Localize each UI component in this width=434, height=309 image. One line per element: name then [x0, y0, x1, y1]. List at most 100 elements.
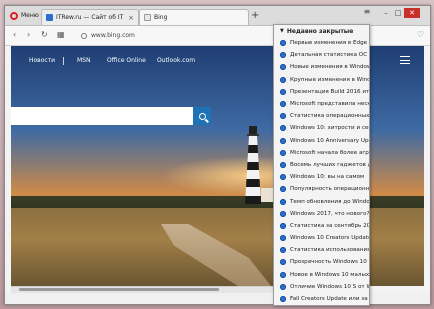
page-favicon-icon	[280, 40, 286, 47]
recently-closed-item[interactable]: Windows 10 Creators Update	[274, 232, 369, 244]
recently-closed-item[interactable]: Fall Creators Update или за	[274, 293, 369, 305]
bing-favicon-icon	[144, 14, 151, 21]
page-favicon-icon	[280, 52, 286, 59]
page-favicon-icon	[280, 76, 286, 83]
recently-closed-item[interactable]: Microsoft начала более агрес	[274, 147, 369, 159]
recently-closed-item[interactable]: Крупные изменения в Windo	[274, 74, 369, 86]
tab-grid-icon[interactable]: ▦	[57, 30, 65, 39]
nav-outlook[interactable]: Outlook.com	[157, 57, 195, 64]
scrollbar-thumb[interactable]	[19, 288, 219, 291]
recently-closed-item-title: Прозрачность Windows 10 и	[290, 259, 369, 266]
recently-closed-item-title: Восемь лучших гаджетов для	[290, 161, 369, 168]
recently-closed-item[interactable]: Детальная статистика ОС за	[274, 49, 369, 61]
window-controls: – □ ✕	[380, 8, 420, 19]
page-favicon-icon	[280, 149, 286, 156]
tab-title: Bing	[154, 14, 168, 21]
recently-closed-item[interactable]: Темп обновления до Windo	[274, 195, 369, 207]
recently-closed-item-title: Windows 2017, что нового?	[290, 210, 369, 217]
tab-title: ITRew.ru — Сайт об IT дл	[56, 14, 125, 21]
recently-closed-item-title: Windows 10 Creators Update	[290, 235, 369, 242]
page-favicon-icon	[280, 271, 286, 278]
recently-closed-item-title: Windows 10: хитрости и секр	[290, 125, 369, 132]
opera-logo-icon	[10, 11, 18, 20]
globe-icon	[81, 32, 87, 39]
recently-closed-item-title: Крупные изменения в Windo	[290, 76, 369, 83]
recently-closed-item-title: Windows 10 Anniversary Upd	[290, 137, 369, 144]
close-tab-icon[interactable]: ×	[128, 14, 134, 22]
recently-closed-item-title: Новое в Windows 10 малых	[290, 271, 369, 278]
page-favicon-icon	[280, 198, 286, 205]
recently-closed-item[interactable]: Новое в Windows 10 малых	[274, 269, 369, 281]
page-favicon-icon	[280, 125, 286, 132]
recently-closed-item[interactable]: Windows 2017, что нового?	[274, 208, 369, 220]
recently-closed-header[interactable]: ▼ Недавно закрытые	[274, 25, 369, 37]
recently-closed-panel: ▼ Недавно закрытые Первые изменения в Ed…	[273, 24, 370, 306]
nav-office-online[interactable]: Office Online	[107, 57, 146, 64]
new-tab-button[interactable]: +	[251, 9, 259, 23]
close-window-button[interactable]: ✕	[404, 8, 420, 18]
recently-closed-item-title: Статистика за сентябрь 2016	[290, 222, 369, 229]
recently-closed-item-title: Статистика операционных с	[290, 113, 369, 120]
recently-closed-item-title: Windows 10: вы на самом	[290, 174, 365, 181]
recently-closed-item[interactable]: Windows 10: вы на самом	[274, 171, 369, 183]
nav-news[interactable]: Новости	[29, 57, 55, 64]
lighthouse-tower	[245, 136, 261, 204]
page-favicon-icon	[280, 235, 286, 242]
recently-closed-item-title: Презентация Build 2016 итог	[290, 88, 369, 95]
page-favicon-icon	[280, 161, 286, 168]
page-favicon-icon	[280, 113, 286, 120]
recently-closed-item[interactable]: Первые изменения в Edge и	[274, 37, 369, 49]
recently-closed-item-title: Fall Creators Update или за	[290, 296, 368, 303]
reload-icon[interactable]: ↻	[41, 30, 48, 39]
page-favicon-icon	[280, 137, 286, 144]
recently-closed-item[interactable]: Статистика за сентябрь 2016	[274, 220, 369, 232]
back-icon[interactable]: ‹	[13, 30, 16, 39]
recently-closed-item-title: Отличие Windows 10 S от Wi	[290, 283, 369, 290]
recently-closed-item[interactable]: Windows 10 Anniversary Upd	[274, 135, 369, 147]
recently-closed-item-title: Детальная статистика ОС за	[290, 52, 369, 59]
tab-menu-icon[interactable]: ≡	[362, 7, 372, 17]
recently-closed-item[interactable]: Статистика операционных с	[274, 110, 369, 122]
recently-closed-item[interactable]: Отличие Windows 10 S от Wi	[274, 281, 369, 293]
recently-closed-item[interactable]: Прозрачность Windows 10 и	[274, 256, 369, 268]
page-favicon-icon	[280, 210, 286, 217]
recently-closed-item[interactable]: Презентация Build 2016 итог	[274, 86, 369, 98]
tab-bing[interactable]: Bing	[139, 9, 249, 25]
bing-search-input[interactable]	[11, 107, 193, 125]
recently-closed-item-title: Microsoft представила неску	[290, 101, 369, 108]
minimize-button[interactable]: –	[380, 8, 392, 18]
recently-closed-item[interactable]: Статистика использования о	[274, 244, 369, 256]
bookmark-heart-icon[interactable]: ♡	[417, 30, 424, 39]
recently-closed-title: Недавно закрытые	[286, 27, 354, 35]
lighthouse-image	[243, 126, 263, 204]
url-text: www.bing.com	[91, 32, 135, 39]
lighthouse-lantern	[247, 126, 259, 136]
menu-label: Меню	[21, 12, 39, 19]
collapse-caret-icon: ▼	[280, 28, 284, 34]
page-favicon-icon	[280, 222, 286, 229]
horizontal-scrollbar[interactable]	[11, 286, 279, 293]
forward-icon[interactable]: ›	[27, 30, 30, 39]
page-favicon-icon	[280, 186, 286, 193]
recently-closed-item[interactable]: Популярность операционны	[274, 183, 369, 195]
page-favicon-icon	[280, 259, 286, 266]
tab-itrew[interactable]: ITRew.ru — Сайт об IT дл ×	[41, 9, 139, 25]
page-favicon-icon	[280, 296, 286, 303]
recently-closed-item-title: Статистика использования о	[290, 247, 369, 254]
url-field[interactable]: www.bing.com	[81, 30, 276, 41]
recently-closed-item[interactable]: Восемь лучших гаджетов для	[274, 159, 369, 171]
opera-menu-button[interactable]: Меню	[10, 10, 39, 21]
recently-closed-item-title: Microsoft начала более агрес	[290, 149, 369, 156]
page-favicon-icon	[280, 64, 286, 71]
nav-msn[interactable]: MSN	[77, 57, 90, 64]
bing-search-button[interactable]	[193, 107, 211, 125]
recently-closed-item[interactable]: Microsoft представила неску	[274, 98, 369, 110]
recently-closed-item-title: Популярность операционны	[290, 186, 369, 193]
bing-menu-icon[interactable]	[400, 56, 410, 64]
recently-closed-item[interactable]: Новые изменения в Window	[274, 61, 369, 73]
recently-closed-item-title: Первые изменения в Edge и	[290, 40, 369, 47]
page-favicon-icon	[280, 101, 286, 108]
recently-closed-item-title: Темп обновления до Windo	[290, 198, 369, 205]
recently-closed-item[interactable]: Windows 10: хитрости и секр	[274, 122, 369, 134]
maximize-button[interactable]: □	[392, 8, 404, 18]
